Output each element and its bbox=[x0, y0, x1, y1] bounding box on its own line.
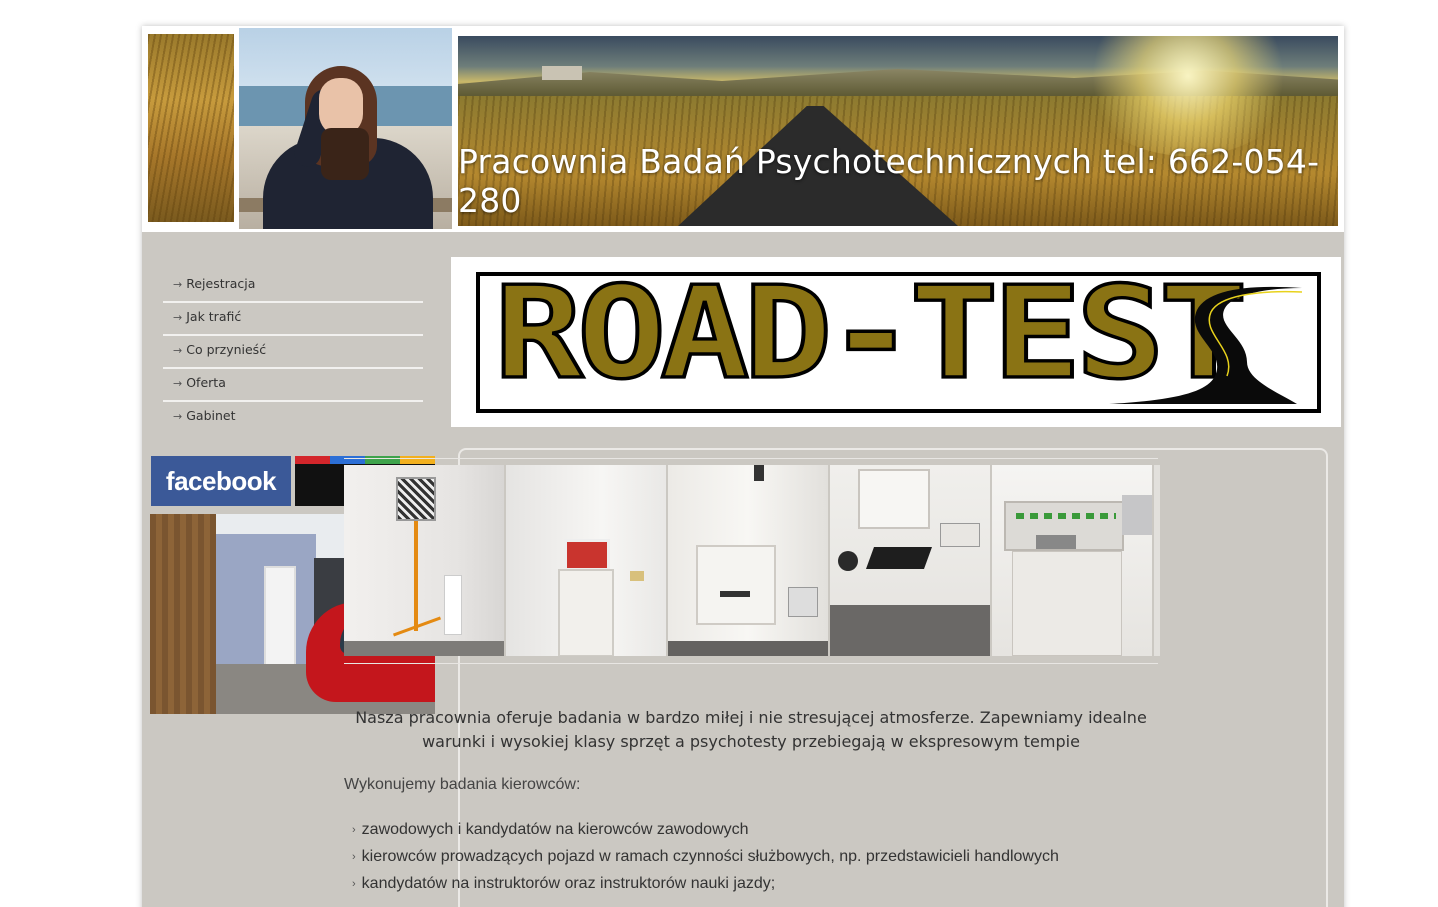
chevron-right-icon: › bbox=[352, 851, 356, 863]
menu-item-label: Gabinet bbox=[186, 408, 236, 423]
menu-item-label: Co przynieść bbox=[186, 342, 267, 357]
chevron-right-icon: › bbox=[352, 878, 356, 890]
header-grass-image bbox=[148, 34, 234, 222]
arrow-right-icon: → bbox=[173, 278, 183, 291]
facebook-button[interactable]: facebook bbox=[151, 456, 291, 506]
chevron-right-icon: › bbox=[352, 824, 356, 836]
header-banner: Pracownia Badań Psychotechnicznych tel: … bbox=[142, 26, 1344, 232]
gallery-image[interactable] bbox=[1154, 465, 1160, 656]
menu-item-label: Jak trafić bbox=[186, 309, 242, 324]
list-item: › kandydatów na instruktorów oraz instruk… bbox=[352, 871, 1059, 898]
list-item-text: kierowców prowadzących pojazd w ramach c… bbox=[361, 848, 1059, 865]
services-list: › zawodowych i kandydatów na kierowców za… bbox=[352, 817, 1059, 898]
menu-item-co-przyniesc[interactable]: → Co przynieść bbox=[163, 336, 423, 369]
services-heading: Wykonujemy badania kierowców: bbox=[344, 776, 581, 793]
arrow-right-icon: → bbox=[173, 344, 183, 357]
menu-item-label: Oferta bbox=[186, 375, 226, 390]
photo-gallery bbox=[344, 458, 1160, 664]
menu-item-rejestracja[interactable]: → Rejestracja bbox=[163, 270, 423, 303]
arrow-right-icon: → bbox=[173, 377, 183, 390]
header-road-image: Pracownia Badań Psychotechnicznych tel: … bbox=[458, 36, 1338, 226]
gallery-image[interactable] bbox=[830, 465, 990, 656]
logo-banner: ROAD-TEST bbox=[451, 257, 1341, 427]
list-item-text: zawodowych i kandydatów na kierowców zaw… bbox=[361, 821, 749, 838]
gallery-image[interactable] bbox=[506, 465, 666, 656]
menu-item-jak-trafic[interactable]: → Jak trafić bbox=[163, 303, 423, 336]
main-menu: → Rejestracja → Jak trafić → Co przynieść →… bbox=[163, 270, 423, 435]
list-item-text: kandydatów na instruktorów oraz instrukt… bbox=[361, 875, 776, 892]
gallery-image[interactable] bbox=[344, 465, 504, 656]
road-curve-icon bbox=[1109, 286, 1303, 404]
menu-item-oferta[interactable]: → Oferta bbox=[163, 369, 423, 402]
list-item: › kierowców prowadzących pojazd w ramach … bbox=[352, 844, 1059, 871]
menu-item-label: Rejestracja bbox=[186, 276, 256, 291]
arrow-right-icon: → bbox=[173, 311, 183, 324]
header-portrait-image bbox=[239, 28, 452, 229]
site-title: Pracownia Badań Psychotechnicznych tel: … bbox=[458, 142, 1320, 220]
list-item: › zawodowych i kandydatów na kierowców za… bbox=[352, 817, 1059, 844]
menu-item-gabinet[interactable]: → Gabinet bbox=[163, 402, 423, 435]
gallery-image[interactable] bbox=[668, 465, 828, 656]
gallery-image[interactable] bbox=[992, 465, 1152, 656]
arrow-right-icon: → bbox=[173, 410, 183, 423]
intro-text: Nasza pracownia oferuje badania w bardzo… bbox=[355, 708, 1147, 751]
